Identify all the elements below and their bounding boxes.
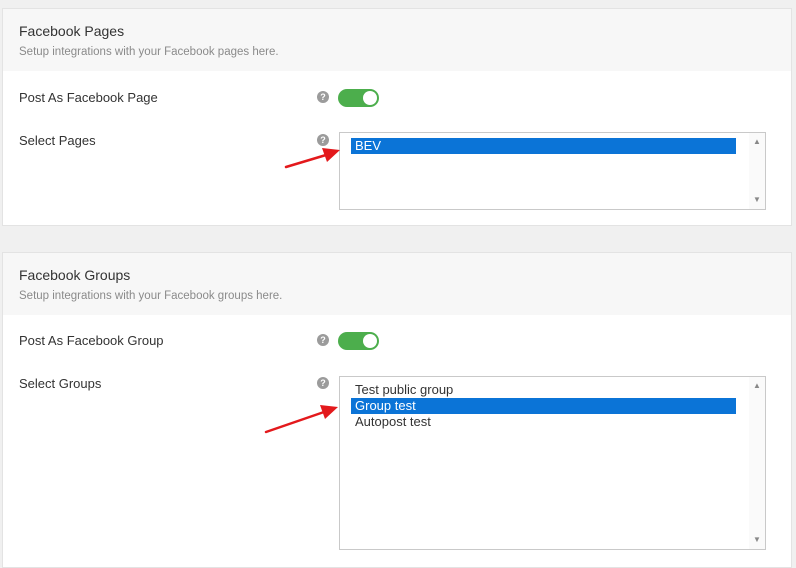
facebook-pages-description: Setup integrations with your Facebook pa… xyxy=(19,46,279,58)
facebook-pages-header: Facebook Pages Setup integrations with y… xyxy=(3,9,791,71)
help-icon[interactable]: ? xyxy=(317,334,329,346)
facebook-pages-title: Facebook Pages xyxy=(19,23,125,39)
facebook-groups-description: Setup integrations with your Facebook gr… xyxy=(19,290,283,302)
groups-options: Test public group Group test Autopost test xyxy=(351,382,736,430)
annotation-arrow-groups xyxy=(264,405,338,434)
facebook-groups-title: Facebook Groups xyxy=(19,267,131,283)
toggle-knob xyxy=(363,91,377,105)
select-pages-label: Select Pages xyxy=(19,133,96,148)
scroll-up-icon[interactable]: ▲ xyxy=(749,379,765,393)
select-pages-listbox[interactable]: BEV ▲ ▼ xyxy=(339,132,766,210)
facebook-groups-panel: Facebook Groups Setup integrations with … xyxy=(2,252,792,568)
groups-scrollbar[interactable]: ▲ ▼ xyxy=(749,377,765,549)
list-option[interactable]: Test public group xyxy=(351,382,736,398)
post-as-page-label: Post As Facebook Page xyxy=(19,90,158,105)
scroll-down-icon[interactable]: ▼ xyxy=(749,193,765,207)
pages-options: BEV xyxy=(351,138,736,154)
help-icon[interactable]: ? xyxy=(317,91,329,103)
select-groups-listbox[interactable]: Test public group Group test Autopost test… xyxy=(339,376,766,550)
list-option[interactable]: Autopost test xyxy=(351,414,736,430)
post-as-page-toggle[interactable] xyxy=(338,89,379,107)
post-as-group-label: Post As Facebook Group xyxy=(19,333,164,348)
scroll-up-icon[interactable]: ▲ xyxy=(749,135,765,149)
list-option[interactable]: Group test xyxy=(351,398,736,414)
post-as-group-toggle[interactable] xyxy=(338,332,379,350)
list-option[interactable]: BEV xyxy=(351,138,736,154)
annotation-arrow-pages xyxy=(284,148,340,169)
pages-scrollbar[interactable]: ▲ ▼ xyxy=(749,133,765,209)
scroll-down-icon[interactable]: ▼ xyxy=(749,533,765,547)
select-groups-label: Select Groups xyxy=(19,376,102,391)
help-icon[interactable]: ? xyxy=(317,377,329,389)
facebook-pages-panel: Facebook Pages Setup integrations with y… xyxy=(2,8,792,226)
toggle-knob xyxy=(363,334,377,348)
facebook-groups-header: Facebook Groups Setup integrations with … xyxy=(3,253,791,315)
